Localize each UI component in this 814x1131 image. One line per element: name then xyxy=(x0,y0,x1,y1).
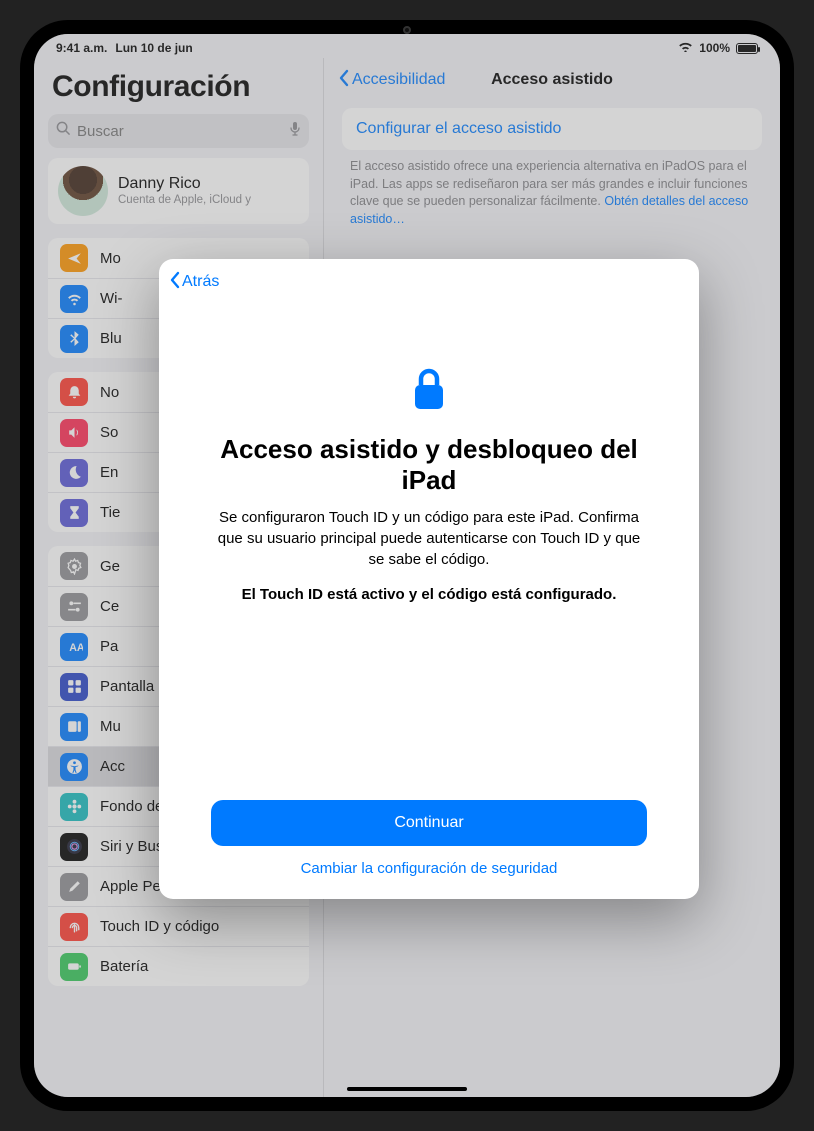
change-security-settings-link[interactable]: Cambiar la configuración de seguridad xyxy=(159,860,699,877)
modal-back-label: Atrás xyxy=(182,273,219,291)
modal-heading: Acceso asistido y desbloqueo del iPad xyxy=(211,434,647,495)
assistive-access-modal: Atrás Acceso asistido y desbloqueo del i… xyxy=(159,259,699,899)
modal-paragraph: Se configuraron Touch ID y un código par… xyxy=(211,507,647,570)
front-camera xyxy=(403,26,411,34)
modal-back-button[interactable]: Atrás xyxy=(169,271,219,294)
chevron-left-icon xyxy=(169,271,181,294)
lock-icon xyxy=(409,365,449,418)
home-indicator[interactable] xyxy=(347,1087,467,1091)
continue-button[interactable]: Continuar xyxy=(211,800,647,846)
modal-status-line: El Touch ID está activo y el código está… xyxy=(242,586,617,603)
